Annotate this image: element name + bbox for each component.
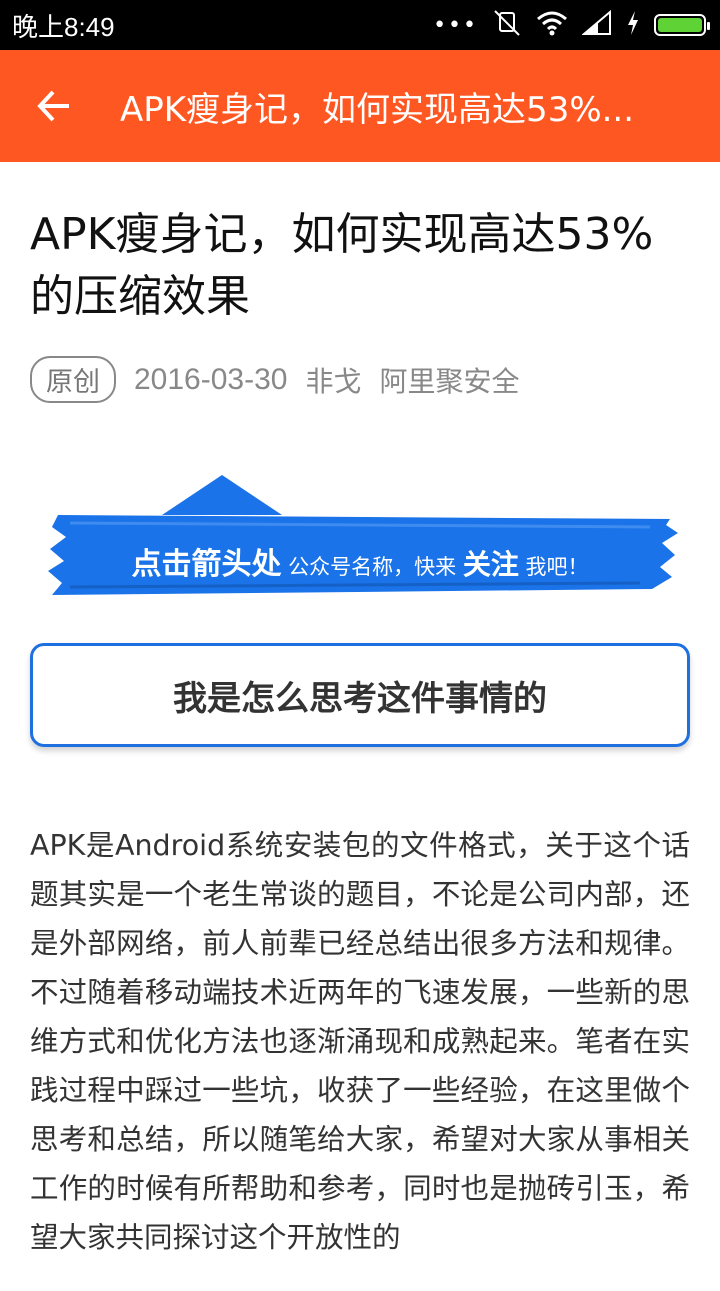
article-content: APK瘦身记，如何实现高达53%的压缩效果 原创 2016-03-30 非戈 阿… (30, 162, 690, 1291)
toolbar-title: APK瘦身记，如何实现高达53%... (120, 89, 635, 130)
article-meta: 原创 2016-03-30 非戈 阿里聚安全 (30, 356, 690, 403)
account-link[interactable]: 阿里聚安全 (379, 360, 519, 400)
article-title: APK瘦身记，如何实现高达53%的压缩效果 (30, 209, 654, 322)
signal-icon (581, 9, 612, 40)
silent-icon (492, 9, 522, 41)
banner-part4: 我吧！ (525, 555, 589, 579)
article-body: APK是Android系统安装包的文件格式，关于这个话题其实是一个老生常谈的题目… (30, 829, 690, 1254)
battery-icon (654, 14, 710, 36)
charging-icon (626, 10, 640, 40)
status-icons: ••• (433, 9, 710, 41)
wifi-icon (536, 10, 568, 40)
app-toolbar: APK瘦身记，如何实现高达53%... (0, 50, 720, 162)
banner-part2: 公众号名称，快来 (288, 555, 457, 579)
status-bar: 晚上8:49 ••• (0, 0, 720, 50)
arrow-left-icon[interactable] (30, 82, 78, 130)
banner-text: 点击箭头处 公众号名称，快来 关注 我吧！ (30, 539, 690, 583)
publish-date: 2016-03-30 (134, 362, 288, 396)
banner-part3: 关注 (462, 548, 519, 581)
more-dots-icon: ••• (433, 12, 478, 38)
section-heading: 我是怎么思考这件事情的 (30, 643, 690, 747)
original-badge: 原创 (30, 356, 116, 403)
follow-banner[interactable]: 点击箭头处 公众号名称，快来 关注 我吧！ (30, 463, 690, 613)
status-time: 晚上8:49 (12, 11, 115, 42)
author-name: 非戈 (305, 364, 362, 398)
banner-part1: 点击箭头处 (131, 547, 282, 582)
